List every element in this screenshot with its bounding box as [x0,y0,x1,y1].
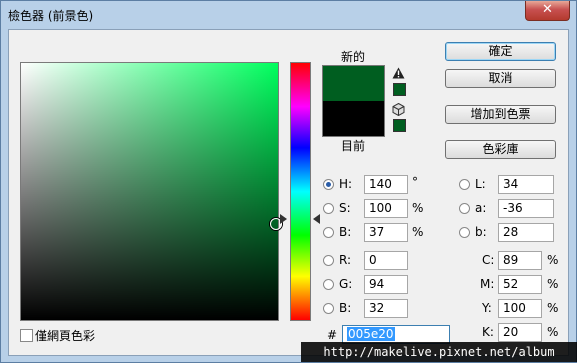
warning-triangle-icon[interactable] [392,67,405,79]
watermark: http://makelive.pixnet.net/album [301,342,577,362]
title-bar: 檢色器 (前景色) ✕ [1,1,576,29]
blue-label: B: [339,301,352,315]
radio-brightness[interactable] [323,227,334,238]
hex-label: # [327,328,338,342]
black-label: K: [482,325,494,339]
saturation-label: S: [339,201,351,215]
lab-l-label: L: [475,177,486,191]
add-to-swatches-button[interactable]: 增加到色票 [445,105,556,124]
hue-slider-left-arrow[interactable] [280,214,287,224]
cancel-button[interactable]: 取消 [445,69,556,88]
hue-input[interactable]: 140 [364,175,408,194]
brightness-label: B: [339,225,352,239]
saturation-input[interactable]: 100 [364,199,408,218]
saturation-brightness-field[interactable] [20,62,279,321]
current-color-label: 目前 [341,139,366,153]
web-colors-only-label: 僅網頁色彩 [35,329,96,343]
red-label: R: [339,253,352,267]
brightness-input[interactable]: 37 [364,223,408,242]
blue-input[interactable]: 32 [364,299,408,318]
yellow-input[interactable]: 100 [498,299,542,318]
green-input[interactable]: 94 [364,275,408,294]
new-color-label: 新的 [341,50,366,64]
lab-b-label: b: [475,225,487,239]
ok-button[interactable]: 確定 [445,42,556,61]
radio-red[interactable] [323,255,334,266]
lab-l-input[interactable]: 34 [498,175,554,194]
hue-slider-right-arrow[interactable] [313,214,320,224]
new-color-swatch [323,66,384,101]
hue-slider[interactable] [290,62,311,321]
color-picker-window: 檢色器 (前景色) ✕ 新的 目前 確定 取消 增加到色票 色彩庫 H: 140… [0,0,577,363]
color-swatches [322,65,385,137]
cyan-input[interactable]: 89 [498,251,542,270]
radio-blue[interactable] [323,303,334,314]
gamut-warning-swatch[interactable] [393,83,406,96]
yellow-unit: % [547,301,559,315]
black-input[interactable]: 20 [498,323,542,342]
web-safe-swatch[interactable] [393,119,406,132]
radio-lab-b[interactable] [459,227,470,238]
cyan-label: C: [482,253,495,267]
magenta-label: M: [480,277,495,291]
cube-icon[interactable] [392,103,405,116]
red-input[interactable]: 0 [364,251,408,270]
color-libraries-button[interactable]: 色彩庫 [445,140,556,159]
radio-hue[interactable] [323,179,334,190]
hex-value: 005e20 [347,327,395,341]
radio-green[interactable] [323,279,334,290]
radio-saturation[interactable] [323,203,334,214]
green-label: G: [339,277,353,291]
saturation-unit: % [412,201,424,215]
hue-unit: ° [412,175,418,189]
hue-label: H: [339,177,353,191]
web-colors-only-checkbox[interactable] [20,329,33,342]
lab-b-input[interactable]: 28 [498,223,554,242]
current-color-swatch[interactable] [323,101,384,136]
black-unit: % [547,325,559,339]
lab-a-input[interactable]: -36 [498,199,554,218]
radio-lab-l[interactable] [459,179,470,190]
brightness-unit: % [412,225,424,239]
magenta-unit: % [547,277,559,291]
yellow-label: Y: [482,301,492,315]
window-title: 檢色器 (前景色) [8,9,94,23]
cyan-unit: % [547,253,559,267]
lab-a-label: a: [475,201,487,215]
close-button[interactable]: ✕ [525,1,570,21]
radio-lab-a[interactable] [459,203,470,214]
magenta-input[interactable]: 52 [498,275,542,294]
